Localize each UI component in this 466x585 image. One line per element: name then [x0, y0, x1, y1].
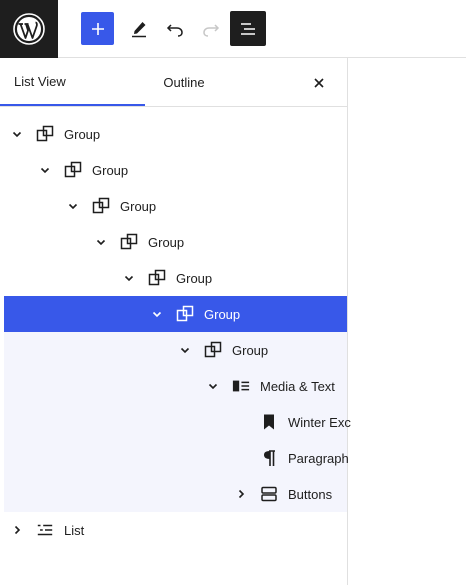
close-panel-button[interactable]	[306, 70, 332, 96]
tree-row-11[interactable]: Buttons	[4, 476, 347, 512]
tree-row-10[interactable]: Paragraph	[4, 440, 349, 476]
tree-row-4[interactable]: Group	[0, 224, 347, 260]
chevron-down-icon[interactable]	[94, 235, 108, 249]
tree-row-label: Media & Text	[260, 378, 335, 394]
group-icon	[148, 269, 166, 287]
wordpress-logo-icon[interactable]	[0, 0, 58, 58]
group-icon	[64, 161, 82, 179]
chevron-down-icon[interactable]	[178, 343, 192, 357]
chevron-right-icon[interactable]	[10, 523, 24, 537]
tree-row-5[interactable]: Group	[0, 260, 347, 296]
chevron-down-icon[interactable]	[150, 307, 164, 321]
chevron-down-icon[interactable]	[66, 199, 80, 213]
tab-list-view[interactable]: List View	[0, 58, 145, 106]
paragraph-icon	[260, 449, 278, 467]
chevron-down-icon[interactable]	[122, 271, 136, 285]
list-view-icon	[241, 22, 255, 35]
tree-row-label: Paragraph	[288, 450, 349, 466]
plus-icon	[91, 22, 104, 35]
tree-row-9[interactable]: Winter Exc	[4, 404, 351, 440]
undo-icon	[166, 24, 183, 37]
chevron-down-icon[interactable]	[10, 127, 24, 141]
tree-row-label: Group	[148, 234, 185, 250]
tree-row-label: Group	[232, 342, 269, 358]
list-view-panel: List View Outline Group Group Group Grou…	[0, 58, 351, 585]
tree-row-3[interactable]: Group	[0, 188, 347, 224]
list-icon	[36, 521, 54, 539]
tree-row-label: Group	[204, 306, 241, 322]
redo-icon	[203, 24, 220, 37]
tree-row-7[interactable]: Group	[4, 332, 347, 368]
add-block-button[interactable]	[81, 12, 114, 45]
tools-button[interactable]	[122, 12, 156, 46]
group-icon	[204, 341, 222, 359]
tree-row-label: Buttons	[288, 486, 333, 502]
tree-row-label: Group	[64, 126, 101, 142]
tree-row-label: Group	[120, 198, 157, 214]
editor-toolbar	[0, 0, 466, 58]
tree-row-label: Group	[176, 270, 213, 286]
tree-row-12[interactable]: List	[0, 512, 347, 548]
group-icon	[120, 233, 138, 251]
pencil-icon	[132, 22, 146, 38]
group-icon	[92, 197, 110, 215]
chevron-down-icon[interactable]	[206, 379, 220, 393]
tree-row-8[interactable]: Media & Text	[4, 368, 347, 404]
panel-tabs: List View Outline	[0, 58, 347, 107]
tree-row-label: Group	[92, 162, 129, 178]
media-text-icon	[232, 377, 250, 395]
list-view-button[interactable]	[230, 11, 266, 46]
bookmark-icon	[260, 413, 278, 431]
buttons-icon	[260, 485, 278, 503]
chevron-down-icon[interactable]	[38, 163, 52, 177]
redo-button[interactable]	[194, 12, 228, 46]
chevron-right-icon[interactable]	[234, 487, 248, 501]
tree-row-6[interactable]: Group	[4, 296, 347, 332]
tree-row-label: Winter Exc	[288, 414, 351, 430]
close-icon	[314, 78, 324, 88]
tree-row-label: List	[64, 522, 85, 538]
undo-button[interactable]	[158, 12, 192, 46]
tab-outline[interactable]: Outline	[145, 58, 223, 106]
group-icon	[36, 125, 54, 143]
tree-row-2[interactable]: Group	[0, 152, 347, 188]
tree-row-1[interactable]: Group	[0, 116, 347, 152]
group-icon	[176, 305, 194, 323]
